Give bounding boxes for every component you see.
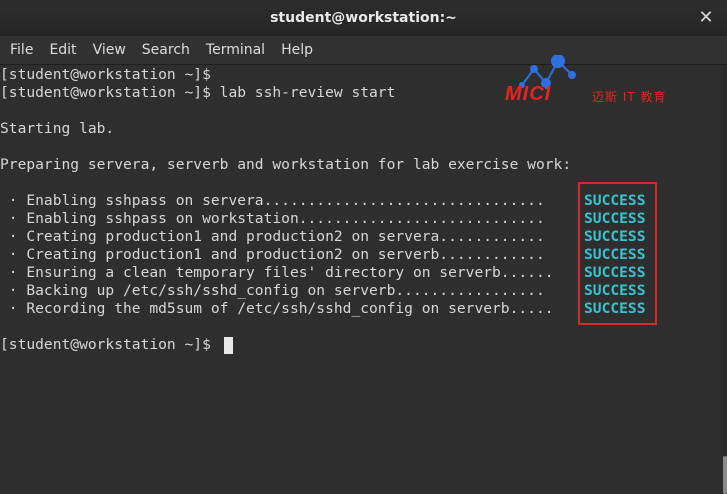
close-icon[interactable]: ✕ <box>697 9 715 27</box>
terminal-output[interactable]: [student@workstation ~]$ [student@workst… <box>0 65 722 494</box>
menu-search[interactable]: Search <box>134 36 198 64</box>
terminal-line: Starting lab. <box>0 120 115 137</box>
terminal-window: student@workstation:~ ✕ File Edit View S… <box>0 0 727 494</box>
terminal-line: · Creating production1 and production2 o… <box>0 246 545 263</box>
menu-file[interactable]: File <box>2 36 41 64</box>
terminal-line: · Enabling sshpass on workstation.......… <box>0 210 545 227</box>
menu-terminal[interactable]: Terminal <box>198 36 273 64</box>
success-highlight-box <box>578 182 657 325</box>
terminal-cursor <box>224 337 233 354</box>
scrollbar-thumb[interactable] <box>723 456 727 494</box>
menu-view[interactable]: View <box>85 36 134 64</box>
terminal-line: · Ensuring a clean temporary files' dire… <box>0 264 554 281</box>
terminal-line: Preparing servera, serverb and workstati… <box>0 156 572 173</box>
terminal-line: · Recording the md5sum of /etc/ssh/sshd_… <box>0 300 554 317</box>
terminal-line: [student@workstation ~]$ <box>0 336 211 353</box>
mici-logo-watermark: MICI 迈斯 IT 教育 <box>500 55 680 110</box>
terminal-line: [student@workstation ~]$ <box>0 66 211 83</box>
terminal-line: · Enabling sshpass on servera...........… <box>0 192 545 209</box>
terminal-line: · Backing up /etc/ssh/sshd_config on ser… <box>0 282 545 299</box>
title-bar: student@workstation:~ ✕ <box>0 0 727 36</box>
window-title: student@workstation:~ <box>270 10 457 26</box>
scrollbar[interactable] <box>722 65 727 494</box>
menu-edit[interactable]: Edit <box>41 36 84 64</box>
watermark-brand: MICI <box>505 83 552 105</box>
menu-help[interactable]: Help <box>273 36 321 64</box>
terminal-line: · Creating production1 and production2 o… <box>0 228 545 245</box>
terminal-line: [student@workstation ~]$ lab ssh-review … <box>0 84 396 101</box>
watermark-subtitle: 迈斯 IT 教育 <box>592 90 667 104</box>
